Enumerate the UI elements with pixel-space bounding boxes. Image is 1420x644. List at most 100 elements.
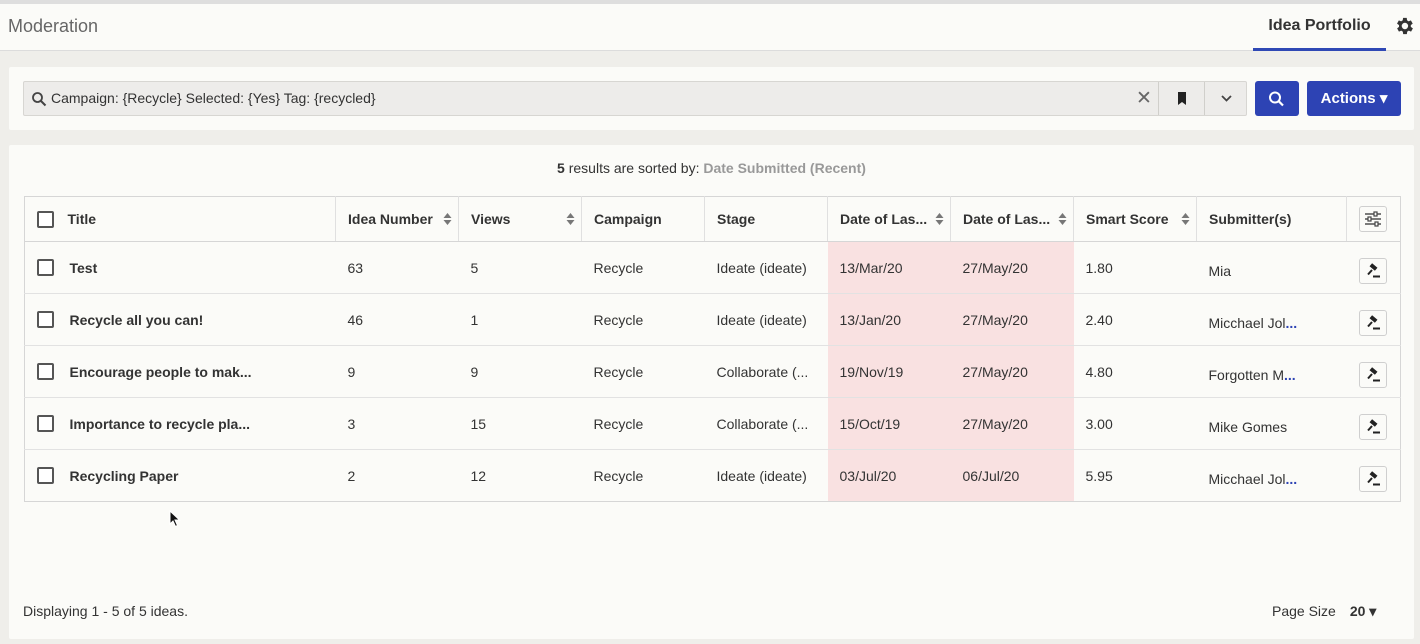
results-panel: 5 results are sorted by: Date Submitted … (9, 145, 1414, 639)
sort-icon[interactable] (935, 212, 944, 226)
table-row[interactable]: Encourage people to mak... 9 9 Recycle Colla… (24, 345, 1401, 398)
row-checkbox[interactable] (37, 467, 54, 485)
submitter-name: Mia (1208, 262, 1232, 279)
column-header-date-last-2[interactable]: Date of Las... (950, 196, 1074, 242)
ideas-table: Title Idea Number Views Campaign Stage D… (24, 196, 1401, 502)
idea-title-cell[interactable]: Test (57, 241, 336, 294)
smart-score-cell: 2.40 (1073, 293, 1197, 346)
more-submitters-link[interactable]: ... (1286, 315, 1298, 331)
row-action-cell (1346, 397, 1401, 450)
sort-key-link[interactable]: Date Submitted (Recent) (703, 160, 866, 176)
row-checkbox[interactable] (37, 259, 54, 277)
saved-search-dropdown[interactable] (1204, 82, 1247, 115)
smart-score-cell: 3.00 (1073, 397, 1197, 450)
sort-icon[interactable] (1058, 212, 1067, 226)
clear-search-icon[interactable]: ✕ (1134, 89, 1154, 109)
table-row[interactable]: Importance to recycle pla... 3 15 Recycle Co… (24, 397, 1401, 450)
column-header-smart-score[interactable]: Smart Score (1073, 196, 1197, 242)
column-header-title[interactable]: Title (57, 196, 336, 242)
moderate-button[interactable] (1358, 309, 1387, 336)
column-header-submitters[interactable]: Submitter(s) (1196, 196, 1347, 242)
views-cell: 1 (458, 293, 582, 346)
date-last-1-cell: 13/Jan/20 (827, 293, 951, 346)
column-settings-button[interactable] (1359, 206, 1387, 232)
more-submitters-link[interactable]: ... (1284, 367, 1296, 383)
submitter-cell: Micchael Jol... (1197, 450, 1347, 502)
date-last-1-cell: 15/Oct/19 (827, 397, 951, 450)
stage-cell: Collaborate (... (704, 397, 828, 450)
date-last-2-cell: 06/Jul/20 (950, 449, 1074, 502)
top-bar: Moderation Idea Portfolio (0, 0, 1420, 51)
row-select-cell (24, 293, 58, 346)
gavel-icon (1366, 262, 1380, 277)
sort-icon[interactable] (443, 212, 452, 226)
submitter-cell: Mike Gomes (1196, 397, 1347, 450)
idea-number-cell: 63 (335, 241, 459, 294)
search-toolbar: Campaign: {Recycle} Selected: {Yes} Tag:… (9, 67, 1414, 130)
page-size-select[interactable]: 20 ▾ (1350, 603, 1377, 619)
column-header-views[interactable]: Views (458, 196, 582, 242)
search-bar[interactable]: Campaign: {Recycle} Selected: {Yes} Tag:… (23, 81, 1247, 116)
views-cell: 12 (470, 467, 487, 484)
table-row[interactable]: Recycling Paper 2 12 Recycle Ideate (ideate)… (25, 449, 1401, 502)
date-last-2-cell: 27/May/20 (950, 293, 1074, 346)
row-action-cell (1346, 345, 1401, 398)
moderate-button[interactable] (1358, 257, 1387, 284)
table-row[interactable]: Test 63 5 Recycle Ideate (ideate) 13/Mar/20 27… (24, 241, 1401, 294)
idea-number-cell: 9 (335, 345, 459, 398)
column-header-label: Idea Number (348, 211, 433, 227)
column-settings-cell (1346, 196, 1401, 242)
date-last-2-cell: 27/May/20 (950, 241, 1074, 294)
idea-title-cell[interactable]: Recycle all you can! (57, 293, 336, 346)
moderate-button[interactable] (1358, 361, 1387, 388)
submitter-name: Micchael Jol (1208, 314, 1286, 331)
search-button[interactable] (1255, 81, 1299, 116)
submitter-name: Mike Gomes (1208, 418, 1288, 435)
column-header-label: Views (471, 211, 511, 227)
column-header-idea-number[interactable]: Idea Number (335, 196, 459, 242)
row-checkbox[interactable] (37, 415, 54, 433)
tab-idea-portfolio[interactable]: Idea Portfolio (1253, 4, 1386, 51)
smart-score-cell: 4.80 (1073, 345, 1197, 398)
column-header-label: Smart Score (1086, 211, 1169, 227)
page-size-control: Page Size 20 ▾ (1272, 603, 1376, 620)
moderate-button[interactable] (1358, 465, 1387, 492)
sort-icon[interactable] (566, 212, 575, 226)
actions-button[interactable]: Actions ▾ (1307, 81, 1401, 116)
sort-icon[interactable] (1181, 212, 1190, 226)
campaign-cell: Recycle (593, 467, 644, 484)
views-cell: 9 (458, 345, 582, 398)
idea-title-cell[interactable]: Importance to recycle pla... (57, 397, 336, 450)
results-summary: 5 results are sorted by: Date Submitted … (9, 160, 1414, 176)
results-count: 5 (557, 160, 565, 176)
moderate-button[interactable] (1358, 413, 1387, 440)
idea-title-cell[interactable]: Encourage people to mak... (57, 345, 336, 398)
submitter-cell: Mia (1196, 241, 1347, 294)
gavel-icon (1366, 470, 1380, 485)
search-icon (1269, 91, 1284, 107)
submitter-cell: Forgotten M... (1196, 345, 1347, 398)
submitter-cell: Micchael Jol... (1196, 293, 1347, 346)
stage-cell: Collaborate (... (704, 345, 828, 398)
bookmark-icon (1178, 92, 1186, 105)
date-last-1-cell: 13/Mar/20 (827, 241, 951, 294)
results-sorted-text: results are sorted by: (564, 160, 704, 176)
column-header-date-last-1[interactable]: Date of Las... (827, 196, 951, 242)
more-submitters-link[interactable]: ... (1286, 471, 1298, 487)
table-row[interactable]: Recycle all you can! 46 1 Recycle Ideate (id… (24, 293, 1401, 346)
chevron-down-icon (1221, 95, 1232, 102)
search-query[interactable]: Campaign: {Recycle} Selected: {Yes} Tag:… (51, 90, 376, 106)
column-header-label: Date of Las... (963, 211, 1051, 227)
table-header-row: Title Idea Number Views Campaign Stage D… (24, 196, 1401, 242)
column-header-campaign[interactable]: Campaign (581, 196, 705, 242)
sliders-icon (1365, 211, 1381, 227)
select-all-checkbox[interactable] (37, 210, 54, 228)
column-header-stage[interactable]: Stage (704, 196, 828, 242)
idea-title-cell[interactable]: Recycling Paper (58, 450, 336, 502)
row-checkbox[interactable] (37, 363, 54, 381)
row-checkbox[interactable] (37, 311, 54, 329)
bookmark-button[interactable] (1158, 82, 1204, 115)
gear-icon[interactable] (1393, 15, 1415, 37)
date-last-2-cell: 27/May/20 (950, 397, 1074, 450)
idea-number-cell: 46 (335, 293, 459, 346)
